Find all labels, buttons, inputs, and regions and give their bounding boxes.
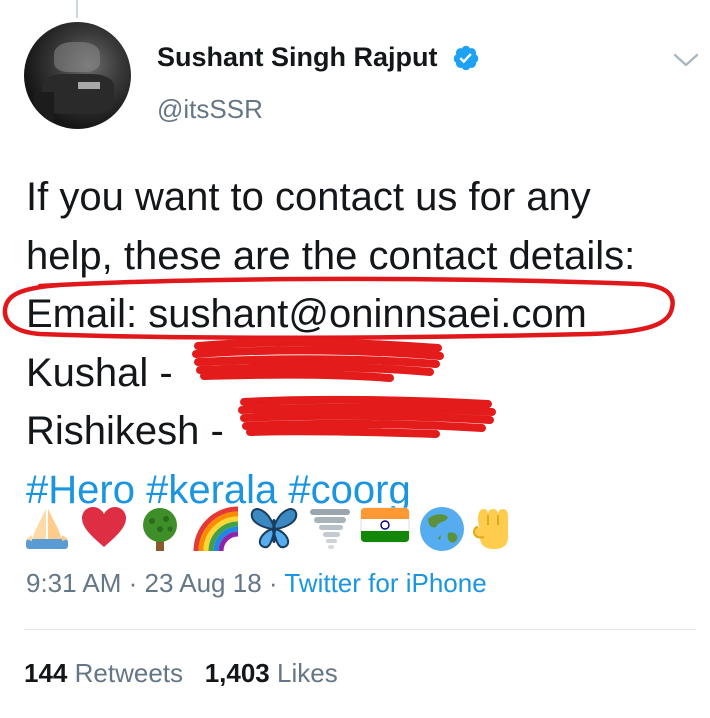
display-name[interactable]: Sushant Singh Rajput xyxy=(157,42,438,73)
tweet-time: 9:31 AM xyxy=(26,568,122,598)
retweets-label: Retweets xyxy=(74,658,184,688)
likes-count: 1,403 xyxy=(204,658,270,688)
redaction-scribble xyxy=(238,395,496,438)
chevron-down-icon[interactable] xyxy=(673,52,699,68)
user-handle[interactable]: @itsSSR xyxy=(157,94,263,125)
tweet-date: 23 Aug 18 xyxy=(144,568,262,598)
tweet-text-line: If you want to contact us for any xyxy=(26,175,591,219)
retweets-count: 144 xyxy=(24,658,68,688)
rainbow-icon xyxy=(193,506,239,552)
avatar[interactable] xyxy=(24,22,131,129)
verified-badge-icon xyxy=(453,45,479,71)
tweet-metadata: 9:31 AM · 23 Aug 18 · Twitter for iPhone xyxy=(26,568,487,599)
flag-india-icon xyxy=(360,507,410,543)
annotation-circle xyxy=(2,276,675,341)
likes-label: Likes xyxy=(277,658,338,688)
deciduous-tree-icon xyxy=(143,508,177,551)
tweet-source-link[interactable]: Twitter for iPhone xyxy=(284,568,486,598)
red-heart-icon xyxy=(82,507,126,547)
butterfly-icon xyxy=(250,508,298,549)
retweets-stat[interactable]: 144 Retweets xyxy=(24,658,183,688)
tornado-icon xyxy=(310,509,350,549)
globe-asia-australia-icon xyxy=(420,507,464,551)
thread-connector-line xyxy=(76,0,78,18)
separator-dot: · xyxy=(268,568,278,598)
likes-stat[interactable]: 1,403 Likes xyxy=(205,658,338,688)
separator-dot: · xyxy=(128,568,138,598)
divider xyxy=(24,629,696,630)
folded-hands-icon xyxy=(26,509,68,549)
raised-fist-icon xyxy=(472,509,508,549)
redaction-scribble xyxy=(192,338,444,382)
tweet-stats: 144 Retweets 1,403 Likes xyxy=(24,658,338,689)
